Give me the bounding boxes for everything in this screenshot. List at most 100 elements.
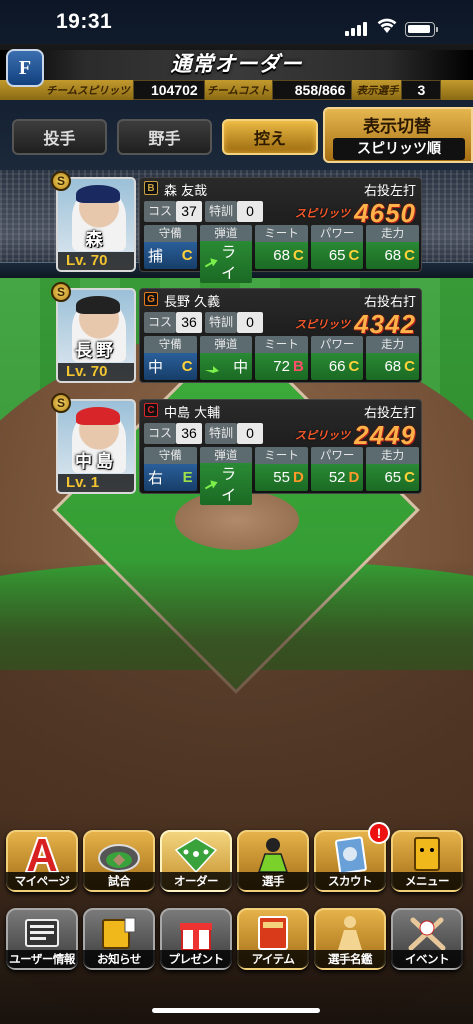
ability-stats: 守備 中 C 弾道 中 ミート 72 B パワー 66 C 走力 68 C	[144, 336, 419, 380]
status-time: 19:31	[56, 10, 113, 33]
meet-rank: D	[292, 469, 304, 486]
trajectory-arrow-icon	[204, 258, 218, 268]
tab-fielders[interactable]: 野手	[117, 119, 212, 155]
speed-rank: C	[404, 469, 415, 486]
tab-pitchers[interactable]: 投手	[12, 119, 107, 155]
present-icon	[180, 923, 212, 951]
meet-value: 68	[273, 247, 290, 264]
meet-value: 55	[273, 469, 290, 486]
power-value: 66	[328, 358, 346, 375]
meet-value: 72	[273, 358, 290, 375]
player-photo-name: 長野	[75, 341, 117, 361]
menu-mypage-button[interactable]: マイページ	[6, 830, 78, 892]
menu-item-button[interactable]: アイテム	[237, 908, 309, 970]
notice-icon	[102, 917, 136, 949]
training-value: 0	[237, 201, 264, 222]
defense-rank: C	[181, 358, 193, 375]
player-level: Lv. 1	[58, 474, 134, 492]
speed-stat: 走力 68 C	[366, 336, 419, 380]
player-photo: 森 Lv. 70	[56, 177, 136, 272]
menu-scout-label: スカウト	[314, 872, 386, 890]
player-photo: 中島 Lv. 1	[56, 399, 136, 494]
team-stats-bar: チームスピリッツ 104702 チームコスト 858/866 表示選手 3	[0, 80, 473, 100]
user-info-icon	[25, 919, 59, 947]
display-player-label: 表示選手	[356, 84, 399, 97]
player-cap	[76, 296, 120, 314]
mypage-a-icon	[24, 837, 60, 873]
player-directory-icon	[338, 916, 362, 950]
menu-present-button[interactable]: プレゼント	[160, 908, 232, 970]
spirits-label: スピリッツ	[295, 429, 350, 442]
player-info-panel: C 中島 大輔 右投左打 コス 36 特訓 0 スピリッツ 2449 守備 右	[139, 399, 422, 505]
speed-value: 68	[384, 247, 402, 264]
menu-players-button[interactable]: 選手	[237, 830, 309, 892]
team-cost-value: 858/866	[272, 80, 353, 100]
menu-scout-button[interactable]: スカウト !	[314, 822, 390, 892]
sort-toggle-title: 表示切替	[363, 117, 431, 137]
player-card[interactable]: S 長野 Lv. 70 G 長野 久義 右投右打 コス 36 特訓 0 スピリッ…	[51, 282, 422, 383]
meet-stat: ミート 68 C	[255, 225, 308, 269]
menu-event-button[interactable]: イベント	[391, 908, 463, 970]
defense-position: 中	[148, 359, 164, 376]
player-handedness: 右投左打	[363, 184, 416, 199]
team-mark-icon: G	[144, 292, 158, 306]
player-card[interactable]: S 森 Lv. 70 B 森 友哉 右投左打 コス 37 特訓 0 スピリッツ …	[51, 171, 422, 283]
cost-label: コス	[144, 312, 177, 333]
meet-rank: C	[292, 247, 304, 264]
player-name: 森 友哉	[164, 184, 208, 199]
scout-notification-badge: !	[368, 822, 390, 844]
player-card[interactable]: S 中島 Lv. 1 C 中島 大輔 右投左打 コス 36 特訓 0 スピリッツ…	[51, 393, 422, 505]
menu-game-label: 試合	[83, 872, 155, 890]
menu-mypage-label: マイページ	[6, 872, 78, 890]
item-book-icon	[258, 916, 288, 950]
power-stat: パワー 52 D	[310, 447, 364, 491]
player-name: 中島 大輔	[164, 406, 221, 421]
player-info-panel: B 森 友哉 右投左打 コス 37 特訓 0 スピリッツ 4650 守備 捕 C…	[139, 177, 422, 283]
cellular-signal-icon	[345, 22, 367, 36]
trajectory-arrow-icon	[204, 365, 219, 373]
menu-menu-button[interactable]: メニュー	[391, 830, 463, 892]
player-cap	[76, 185, 120, 203]
defense-stat: 守備 捕 C	[144, 225, 197, 269]
sort-toggle-button[interactable]: 表示切替 スピリッツ順	[323, 107, 473, 163]
power-rank: C	[348, 358, 360, 375]
menu-order-button[interactable]: オーダー	[160, 830, 232, 892]
speed-rank: C	[404, 358, 415, 375]
menu-player-directory-label: 選手名鑑	[314, 950, 386, 968]
s-rank-badge-icon: S	[51, 171, 71, 191]
player-photo-name: 森	[85, 230, 107, 250]
team-mark-icon: C	[144, 403, 158, 417]
training-label: 特訓	[205, 312, 238, 333]
power-stat: パワー 65 C	[310, 225, 364, 269]
menu-event-label: イベント	[391, 950, 463, 968]
speed-value: 65	[384, 469, 402, 486]
menu-menu-label: メニュー	[391, 872, 463, 890]
trajectory-arrow-icon	[204, 480, 218, 490]
training-value: 0	[237, 423, 264, 444]
power-rank: D	[348, 469, 360, 486]
player-handedness: 右投右打	[363, 295, 416, 310]
menu-user-info-button[interactable]: ユーザー情報	[6, 908, 78, 970]
home-indicator[interactable]	[152, 1008, 320, 1013]
training-label: 特訓	[205, 423, 238, 444]
menu-game-button[interactable]: 試合	[83, 830, 155, 892]
menu-present-label: プレゼント	[160, 950, 232, 968]
player-icon	[257, 838, 289, 873]
sub-menu-row: ユーザー情報 お知らせ プレゼント アイテム 選手名鑑 イベント	[0, 908, 473, 978]
s-rank-badge-icon: S	[51, 393, 71, 413]
spirits-label: スピリッツ	[295, 207, 350, 220]
menu-notice-button[interactable]: お知らせ	[83, 908, 155, 970]
player-handedness: 右投左打	[363, 406, 416, 421]
tab-bench[interactable]: 控え	[222, 119, 318, 155]
page-title: 通常オーダー	[170, 52, 303, 76]
menu-players-label: 選手	[237, 872, 309, 890]
defense-rank: E	[182, 469, 193, 486]
team-logo-button[interactable]: F	[6, 49, 44, 87]
trajectory-stat: 弾道 中	[199, 336, 253, 380]
cost-value: 37	[176, 201, 203, 222]
speed-value: 68	[384, 358, 402, 375]
menu-player-directory-button[interactable]: 選手名鑑	[314, 908, 386, 970]
battery-icon	[405, 22, 438, 37]
player-name: 長野 久義	[164, 295, 221, 310]
trajectory-stat: 弾道 ライ	[199, 225, 253, 283]
